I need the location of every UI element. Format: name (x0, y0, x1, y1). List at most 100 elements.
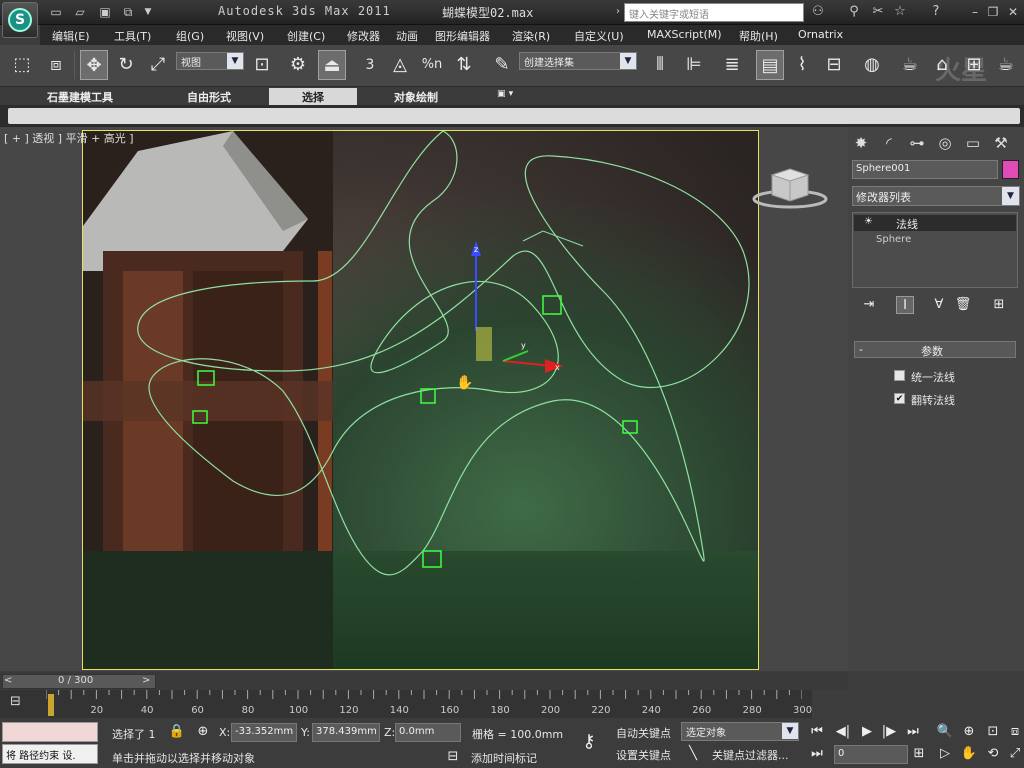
current-frame-marker[interactable] (48, 694, 54, 716)
help-icon[interactable]: ? (928, 4, 944, 20)
menu-graph-editors[interactable]: 图形编辑器 (435, 28, 490, 44)
new-file-icon[interactable]: ▭ (48, 4, 64, 20)
previous-frame-icon[interactable]: ◀| (834, 723, 852, 741)
binoculars-icon[interactable]: ⚇ (810, 4, 826, 20)
restore-button[interactable]: ❐ (986, 5, 1000, 19)
reference-coordinate-select[interactable]: 视图 ▼ (176, 52, 244, 70)
menu-group[interactable]: 组(G) (176, 28, 204, 44)
stack-item-normal[interactable]: ☀ 法线 (854, 215, 1016, 231)
object-name-field[interactable]: Sphere001 (852, 160, 998, 179)
key-mode-select[interactable]: 选定对象 ▼ (681, 722, 799, 741)
pivot-center-icon[interactable]: ⊡ (248, 50, 276, 80)
pin-stack-icon[interactable]: ⇥ (860, 296, 878, 314)
motion-tab-icon[interactable]: ◎ (934, 132, 956, 154)
menu-edit[interactable]: 编辑(E) (52, 28, 90, 44)
orbit-icon[interactable]: ⟲ (984, 745, 1002, 763)
select-object-icon[interactable]: ⬚ (8, 50, 36, 80)
display-tab-icon[interactable]: ▭ (962, 132, 984, 154)
schematic-view-icon[interactable]: ⊟ (820, 50, 848, 80)
utilities-tab-icon[interactable]: ⚒ (990, 132, 1012, 154)
tools-icon[interactable]: ✂ (870, 4, 886, 20)
select-manipulate-icon[interactable]: ⚙ (284, 50, 312, 80)
track-bar-menu-icon[interactable]: ⊟ (10, 694, 21, 709)
tab-object-paint[interactable]: 对象绘制 (394, 89, 438, 105)
time-slider-next-button[interactable]: > (142, 675, 150, 686)
spinner-snap-icon[interactable]: ⇅ (450, 50, 478, 80)
key-filter-icon[interactable]: ╲ (684, 745, 702, 763)
save-file-icon[interactable]: ▣ (97, 4, 113, 20)
configure-modifier-sets-icon[interactable]: ⊞ (990, 296, 1008, 314)
named-selection-set-select[interactable]: 创建选择集 ▼ (519, 52, 637, 70)
flip-normals-checkbox[interactable]: ✔ (894, 393, 905, 404)
menu-tools[interactable]: 工具(T) (114, 28, 151, 44)
tab-graphite-modeling[interactable]: 石墨建模工具 (47, 89, 113, 105)
angle-snap-icon[interactable]: ◬ (386, 50, 414, 80)
time-tag-icon[interactable]: ⊟ (444, 748, 462, 766)
percent-snap-button[interactable]: %n (418, 50, 446, 80)
menu-maxscript[interactable]: MAXScript(M) (647, 28, 722, 41)
next-frame-icon[interactable]: |▶ (880, 723, 898, 741)
snap-toggle-button[interactable]: 3 (356, 50, 384, 80)
render-setup-icon[interactable]: ☕ (896, 50, 924, 80)
menu-views[interactable]: 视图(V) (226, 28, 264, 44)
favorites-star-icon[interactable]: ☆ (892, 4, 908, 20)
minimize-button[interactable]: – (968, 5, 982, 19)
create-tab-icon[interactable]: ✸ (850, 132, 872, 154)
quick-access-dropdown-icon[interactable]: ▼ (140, 4, 156, 20)
set-key-button[interactable]: 设置关键点 (616, 747, 671, 763)
layer-manager-icon[interactable]: ≣ (718, 50, 746, 80)
tab-selection[interactable]: 选择 (269, 88, 357, 105)
perspective-viewport[interactable]: z y x ✋ (82, 130, 759, 670)
current-frame-field[interactable]: 0 (834, 745, 908, 764)
viewcube-icon[interactable] (752, 165, 828, 210)
zoom-all-icon[interactable]: ⊕ (960, 723, 978, 741)
set-key-icon[interactable]: ⚷ (580, 733, 598, 751)
align-icon[interactable]: ⊫ (680, 50, 708, 80)
edit-named-selection-icon[interactable]: ✎ (488, 50, 516, 80)
x-coordinate-field[interactable]: -33.352mm (231, 723, 297, 742)
menu-create[interactable]: 创建(C) (287, 28, 325, 44)
lightbulb-icon[interactable]: ☀ (864, 216, 873, 227)
maxscript-mini-listener[interactable]: 将 路径约束 设. (2, 744, 98, 764)
select-move-icon[interactable]: ✥ (80, 50, 108, 80)
zoom-icon[interactable]: 🔍 (936, 723, 954, 741)
modify-tab-icon[interactable]: ◜ (878, 132, 900, 154)
key-filters-button[interactable]: 关键点过滤器... (712, 747, 789, 763)
graphite-modeling-toggle-icon[interactable]: ▤ (756, 50, 784, 80)
field-of-view-icon[interactable]: ▷ (936, 745, 954, 763)
go-to-end-icon[interactable]: ⏭ (904, 723, 922, 741)
menu-animation[interactable]: 动画 (396, 28, 418, 44)
time-slider-prev-button[interactable]: < (4, 675, 12, 686)
ribbon-options-icon[interactable]: ▣ ▾ (497, 89, 513, 99)
stack-item-sphere[interactable]: Sphere (854, 232, 1016, 248)
key-mode-toggle-icon[interactable]: ⏭ (808, 745, 826, 763)
show-end-result-icon[interactable]: I (896, 296, 914, 314)
menu-customize[interactable]: 自定义(U) (574, 28, 624, 44)
tab-freeform[interactable]: 自由形式 (187, 89, 231, 105)
menu-modifiers[interactable]: 修改器 (347, 28, 380, 44)
object-color-swatch[interactable] (1002, 160, 1019, 179)
unify-normals-checkbox[interactable] (894, 370, 905, 381)
z-coordinate-field[interactable]: 0.0mm (395, 723, 461, 742)
timeline-ruler[interactable] (46, 690, 802, 718)
select-region-icon[interactable]: ⧈ (42, 50, 70, 80)
viewport-label[interactable]: [ + ] 透视 ] 平滑 + 高光 ] (4, 130, 134, 146)
parameters-rollout-header[interactable]: - 参数 (854, 341, 1016, 358)
open-file-icon[interactable]: ▱ (72, 4, 88, 20)
application-button[interactable]: S (2, 2, 38, 38)
select-scale-icon[interactable]: ⤢ (144, 50, 172, 80)
menu-ornatrix[interactable]: Ornatrix (798, 28, 843, 41)
modifier-list-select[interactable]: 修改器列表 ▼ (852, 186, 1020, 206)
add-time-tag[interactable]: 添加时间标记 (471, 750, 537, 766)
search-input[interactable]: 键入关键字或短语 (624, 3, 804, 22)
play-icon[interactable]: ▶ (858, 723, 876, 741)
material-editor-icon[interactable]: ◍ (858, 50, 886, 80)
project-folder-icon[interactable]: ⧉ (120, 4, 136, 20)
zoom-extents-icon[interactable]: ⊡ (984, 723, 1002, 741)
y-coordinate-field[interactable]: 378.439mm (312, 723, 380, 742)
menu-rendering[interactable]: 渲染(R) (512, 28, 550, 44)
close-button[interactable]: ✕ (1006, 5, 1020, 19)
curve-editor-icon[interactable]: ⌇ (788, 50, 816, 80)
select-rotate-icon[interactable]: ↻ (112, 50, 140, 80)
menu-help[interactable]: 帮助(H) (739, 28, 778, 44)
